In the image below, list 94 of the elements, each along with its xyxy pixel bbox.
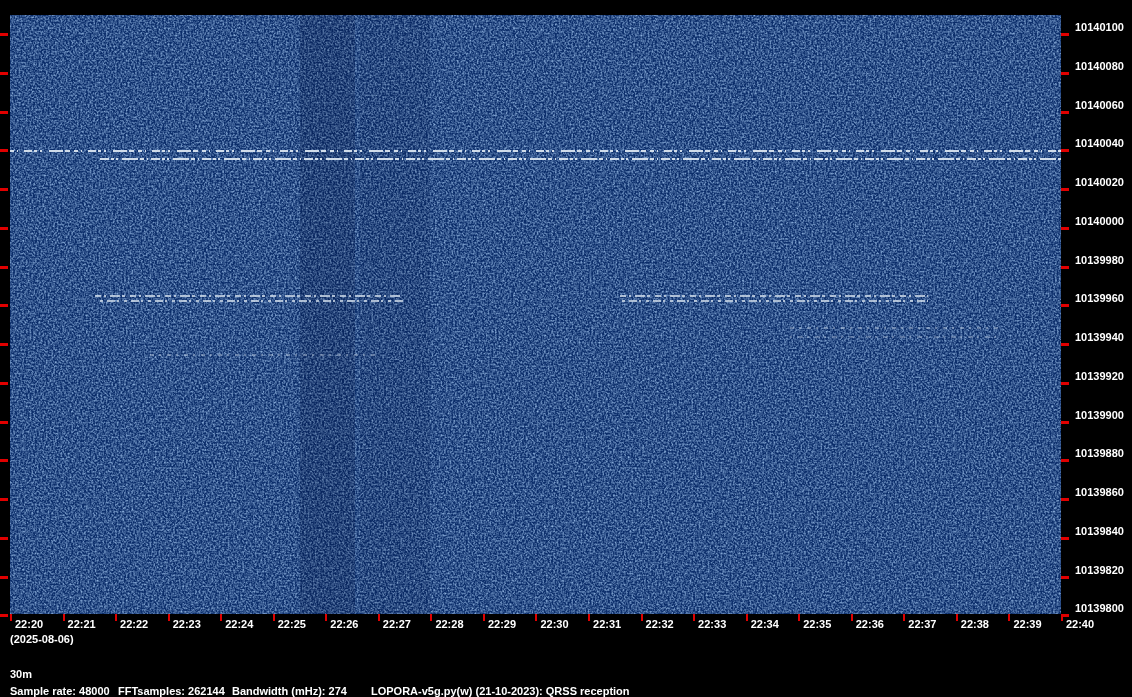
time-label: 22:28 [435,618,464,630]
axis-tick [0,381,8,385]
axis-tick [325,614,328,621]
axis-tick [0,614,8,618]
axis-tick [0,188,8,191]
frequency-label: 10139920 [1075,369,1124,382]
time-label: 22:36 [855,618,884,630]
time-label: 22:27 [382,618,411,630]
frequency-label: 10140100 [1075,21,1124,33]
axis-tick [1061,110,1069,114]
axis-tick [850,614,853,621]
axis-tick [0,110,8,114]
axis-tick [1061,265,1069,269]
frequency-label: 10140060 [1075,98,1124,111]
frequency-label: 10139840 [1075,524,1124,537]
frequency-label: 10139860 [1075,486,1124,498]
axis-tick [693,614,696,621]
time-label: 22:21 [67,618,96,630]
axis-tick [1061,188,1069,191]
axis-tick [1061,149,1069,153]
frequency-label: 10140080 [1075,59,1124,72]
axis-tick [955,614,958,621]
axis-tick [430,614,433,621]
frequency-label: 10139800 [1075,602,1124,615]
status-text: FFTsamples: 262144 [118,685,226,697]
status-text: LOPORA-v5g.py(w) (21-10-2023): QRSS reception [371,685,630,697]
frequency-label: 10139820 [1075,563,1124,576]
time-label: 22:31 [593,618,622,630]
axis-tick [0,265,8,269]
axis-tick [1061,459,1069,463]
axis-tick [0,304,8,308]
axis-tick [0,226,8,230]
axis-tick [220,614,223,621]
axis-tick [0,498,8,501]
time-label: 22:29 [487,618,517,630]
time-label: 22:32 [645,618,674,630]
axis-tick [62,614,65,621]
time-label: 22:33 [698,618,727,630]
axis-tick [0,575,8,579]
axis-tick [0,343,8,346]
status-text: Bandwidth (mHz): 274 [232,685,348,697]
axis-tick [0,459,8,463]
status-text: Sample rate: 48000 [10,685,111,697]
frequency-label: 10139960 [1075,292,1124,305]
time-label: 22:23 [172,618,201,630]
time-label: 22:25 [277,618,306,630]
frequency-label: 10139900 [1075,408,1124,421]
axis-tick [115,614,118,621]
axis-tick [0,33,8,36]
frequency-label: 10139880 [1075,447,1124,460]
axis-tick [798,614,801,621]
time-label: 22:37 [908,618,937,630]
axis-tick [1061,304,1069,308]
time-label: 22:38 [960,618,989,630]
time-label: 22:22 [120,618,149,630]
axis-tick [0,536,8,540]
axis-tick [1061,536,1069,540]
axis-tick [167,614,170,621]
frequency-label: 10140020 [1075,176,1124,188]
axis-tick [10,614,12,621]
band-label: 30m [10,668,33,680]
axis-tick [1061,343,1069,346]
axis-tick [1061,71,1069,75]
axis-tick [903,614,906,621]
time-label: 22:39 [1013,618,1042,630]
time-label: 22:35 [803,618,832,630]
axis-tick [1061,381,1069,385]
axis-tick [1061,33,1069,36]
time-label: 22:26 [330,618,359,630]
time-label: 22:24 [225,618,254,630]
time-label: 22:20 [15,618,44,630]
time-label: 22:34 [750,618,779,630]
axis-tick [1008,614,1011,621]
frequency-label: 10140000 [1075,214,1124,227]
axis-tick [272,614,275,621]
axis-tick [640,614,643,621]
axis-tick [0,71,8,75]
axis-tick [1061,420,1069,424]
axis-tick [745,614,748,621]
axis-tick [588,614,590,621]
axis-tick [482,614,485,621]
axis-tick [0,149,8,153]
frequency-label: 10139980 [1075,253,1124,266]
axis-tick [1061,575,1069,579]
axis-tick [0,420,8,424]
frequency-label: 10140040 [1075,137,1124,150]
axis-tick [1061,498,1069,501]
frequency-label: 10139940 [1075,331,1124,343]
time-label: 22:30 [540,618,569,630]
axis-tick [377,614,380,621]
date-label: (2025-08-06) [10,633,74,645]
time-label: 22:40 [1065,618,1095,630]
axis-tick [535,614,538,621]
axis-tick [1061,226,1069,230]
